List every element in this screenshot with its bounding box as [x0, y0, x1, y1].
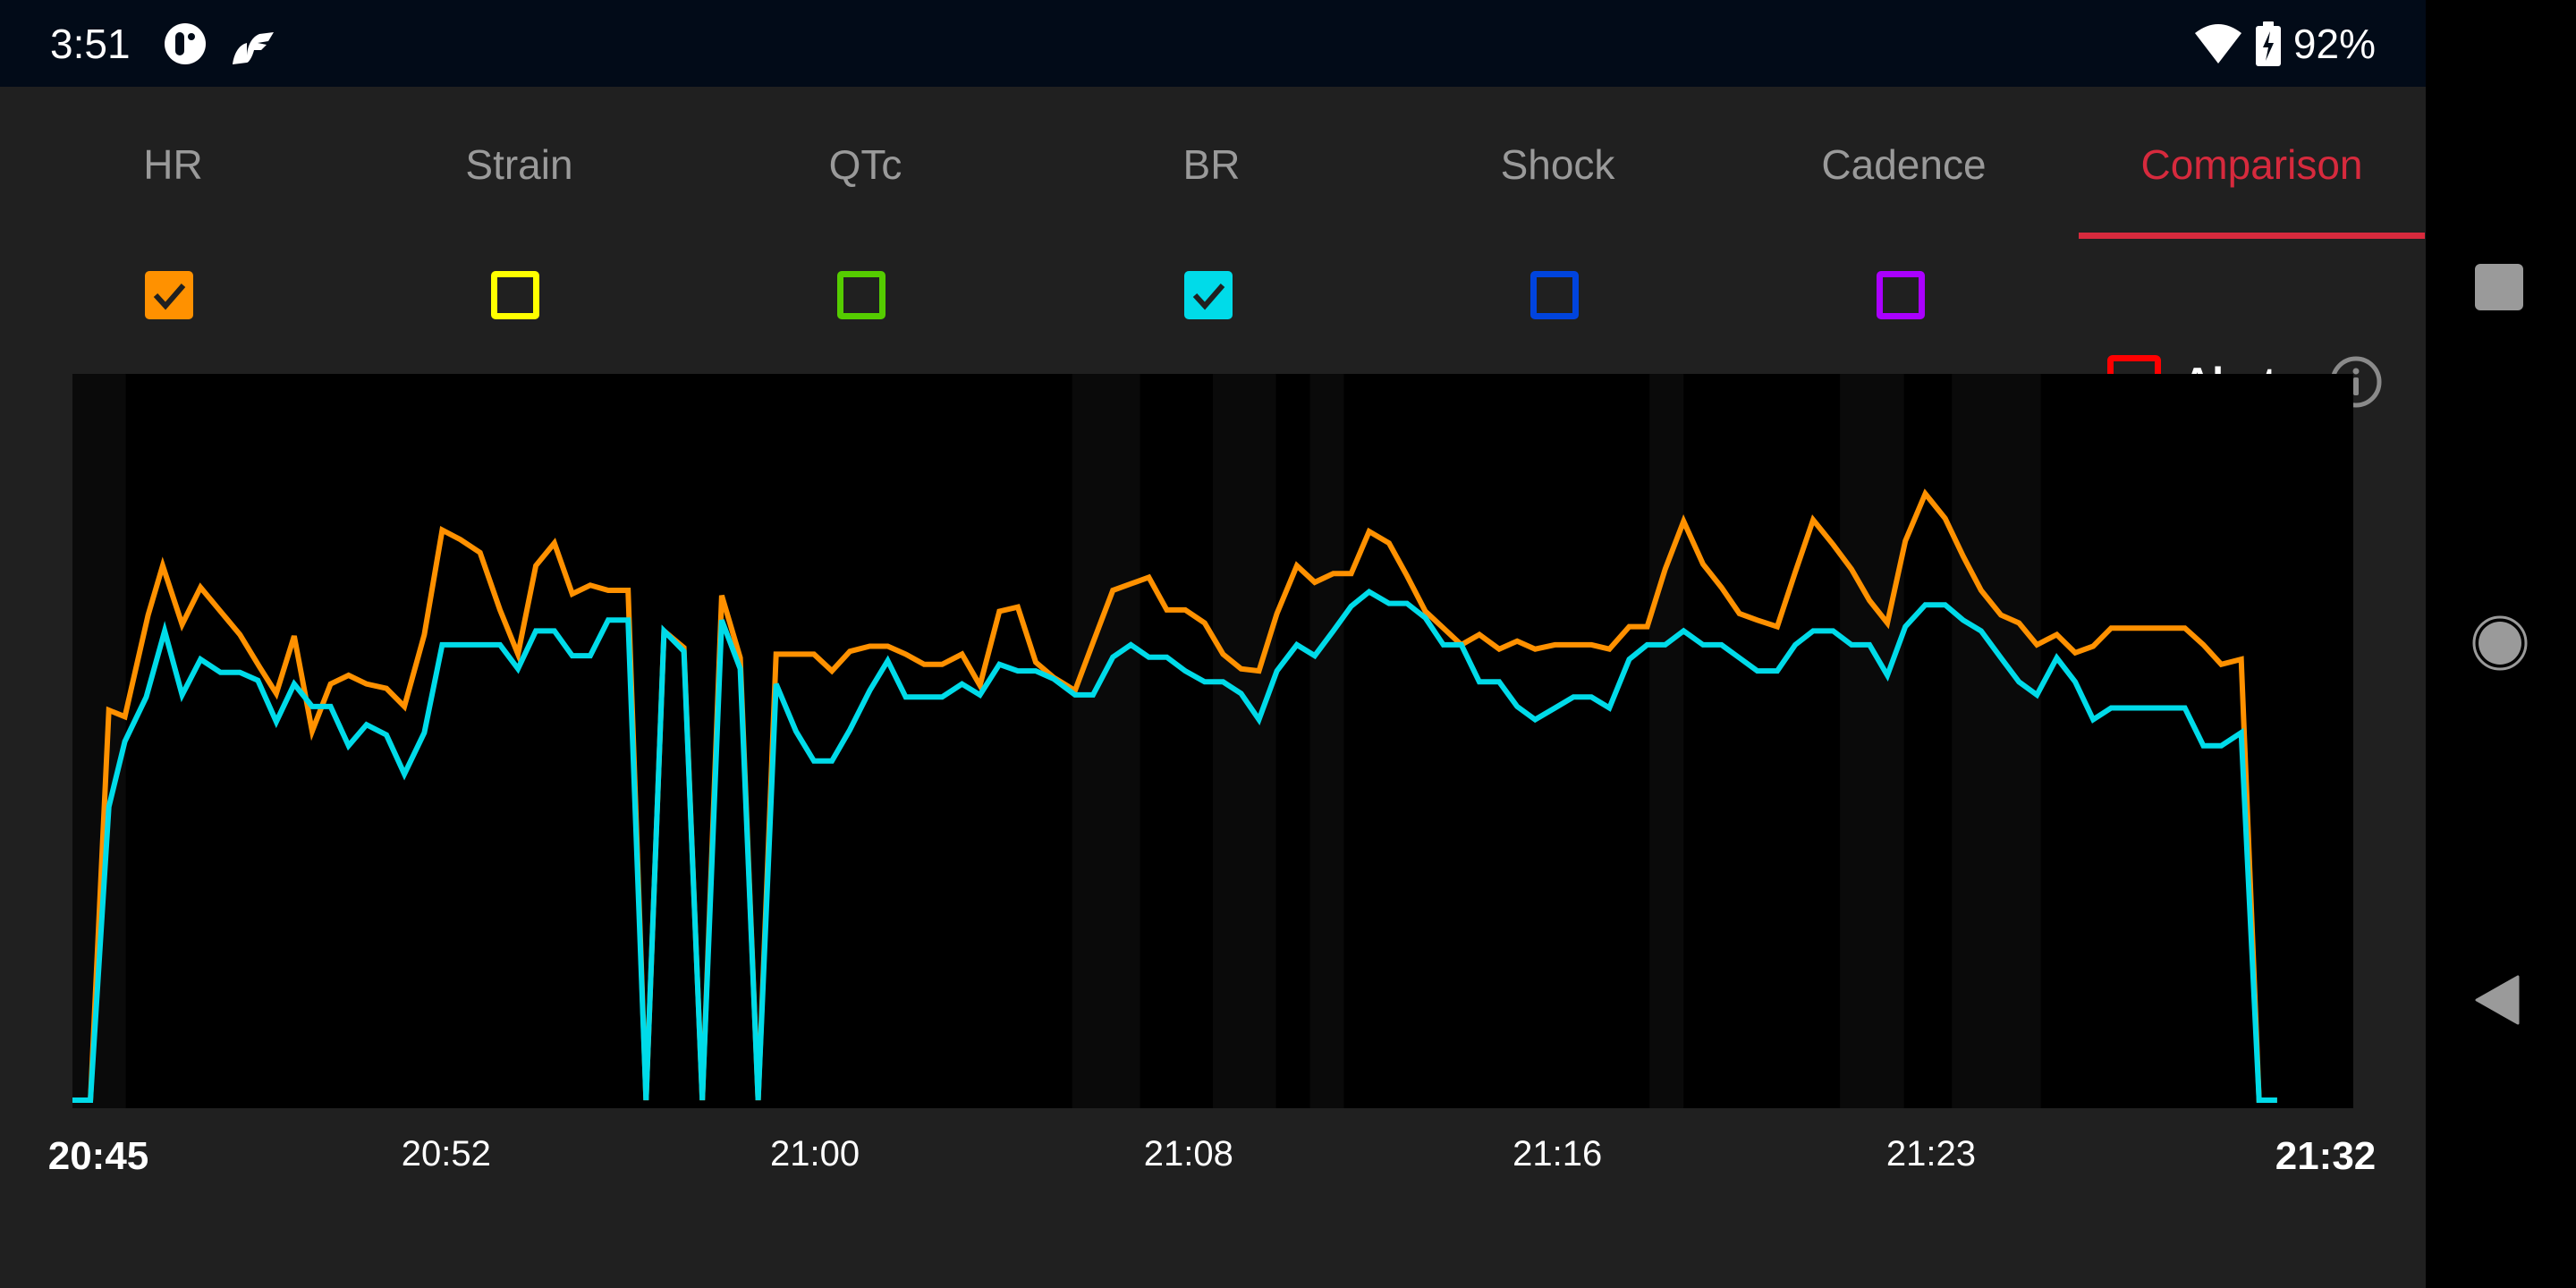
tab-strain[interactable]: Strain: [346, 87, 692, 239]
app-f-icon: [233, 32, 274, 64]
tab-br[interactable]: BR: [1038, 87, 1385, 239]
toggle-qtc-checkbox[interactable]: [837, 271, 886, 319]
toggle-shock-checkbox[interactable]: [1530, 271, 1579, 319]
tab-label: QTc: [828, 141, 902, 188]
recents-button[interactable]: [2475, 264, 2523, 310]
status-bar: 3:51 92%: [0, 0, 2426, 87]
battery-percent: 92%: [2292, 21, 2376, 67]
background-band: [1213, 374, 1276, 1108]
tab-label: Comparison: [2140, 141, 2363, 188]
x-tick-label: 21:00: [770, 1134, 860, 1174]
x-tick-label: 21:32: [2275, 1134, 2377, 1178]
tab-label: Shock: [1500, 141, 1615, 188]
toggle-br-checkbox[interactable]: [1184, 271, 1233, 319]
checkmark-icon: [1192, 284, 1225, 310]
tab-comparison[interactable]: Comparison: [2079, 87, 2425, 239]
battery-charging-icon: [2255, 21, 2281, 66]
navigation-bar: [2426, 0, 2576, 1288]
comparison-chart[interactable]: [72, 374, 2353, 1108]
tab-label: BR: [1182, 141, 1241, 188]
background-band: [1072, 374, 1140, 1108]
series-line-br: [72, 588, 2277, 1103]
status-right: 92%: [2193, 20, 2376, 68]
background-band: [1649, 374, 1684, 1108]
series-line-hr: [72, 488, 2277, 1103]
back-button[interactable]: [2475, 975, 2520, 1025]
tab-bar: HR Strain QTc BR Shock Cadence Compariso…: [0, 87, 2426, 239]
active-tab-indicator: [2079, 233, 2425, 239]
tab-label: Cadence: [1821, 141, 1987, 188]
x-tick-label: 21:16: [1513, 1134, 1603, 1174]
x-tick-label: 20:52: [401, 1134, 491, 1174]
background-band: [1309, 374, 1344, 1108]
background-band: [1840, 374, 1904, 1108]
x-tick-label: 21:08: [1143, 1134, 1233, 1174]
tab-label: Strain: [465, 141, 573, 188]
toggle-hr-checkbox[interactable]: [145, 271, 193, 319]
toggle-strain-checkbox[interactable]: [491, 271, 539, 319]
tab-label: HR: [143, 141, 203, 188]
toggle-cadence-checkbox[interactable]: [1877, 271, 1925, 319]
x-tick-label: 20:45: [47, 1134, 149, 1178]
tab-cadence[interactable]: Cadence: [1731, 87, 2077, 239]
wifi-icon: [2194, 24, 2241, 64]
x-tick-label: 21:23: [1885, 1134, 1977, 1174]
app-notification-icon: [165, 23, 206, 64]
home-button[interactable]: [2472, 615, 2528, 671]
background-band: [1952, 374, 2041, 1108]
tab-qtc[interactable]: QTc: [692, 87, 1038, 239]
status-time: 3:51: [50, 21, 131, 67]
tab-hr[interactable]: HR: [0, 87, 346, 239]
checkmark-icon: [153, 284, 186, 310]
chart-svg: [72, 374, 2277, 1108]
tab-shock[interactable]: Shock: [1385, 87, 1731, 239]
